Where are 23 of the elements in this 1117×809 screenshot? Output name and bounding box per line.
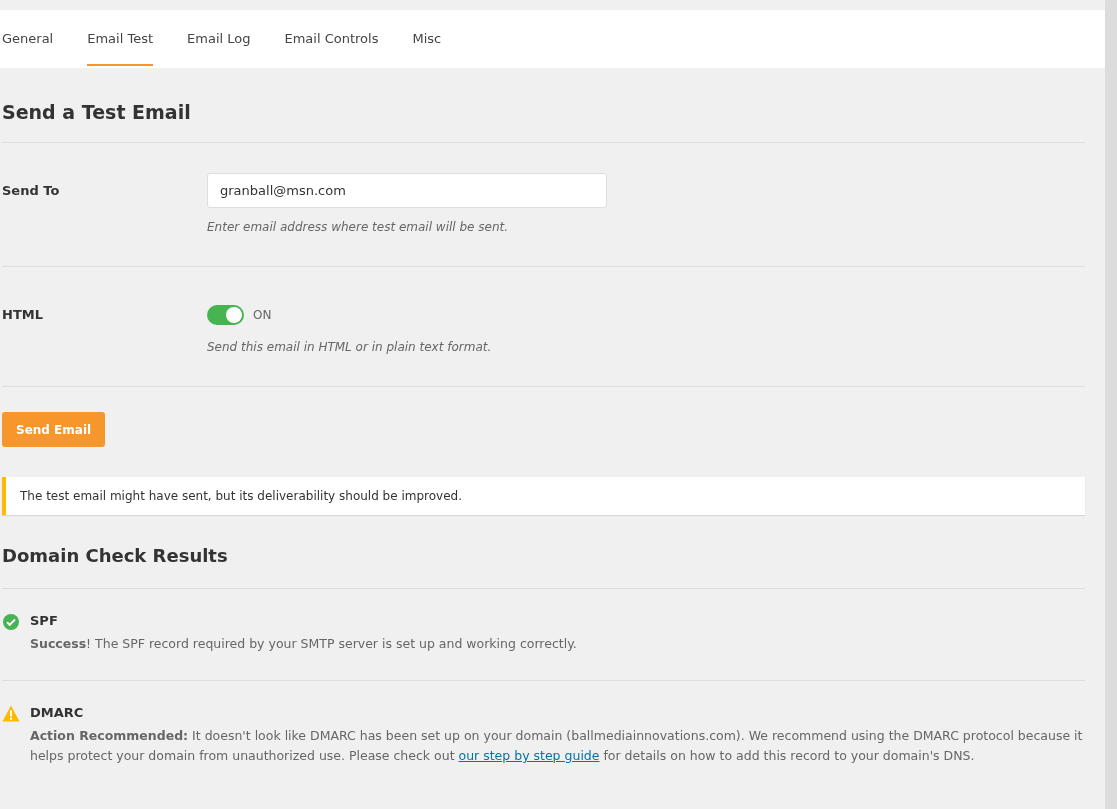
warning-notice: The test email might have sent, but its deliverability should be improved. — [2, 477, 1085, 515]
field-hint: Enter email address where test email will be sent. — [207, 220, 510, 234]
tab[interactable]: General — [2, 10, 54, 66]
warning-icon — [2, 705, 20, 722]
check-name: SPF — [30, 613, 59, 628]
tab[interactable]: Email Controls — [284, 10, 379, 66]
scrollbar[interactable] — [1105, 0, 1117, 809]
section-heading: Send a Test Email — [2, 100, 192, 125]
field-label: HTML — [2, 306, 44, 324]
check-name: DMARC — [30, 705, 85, 720]
field-hint: Send this email in HTML or in plain text format. — [207, 340, 492, 354]
tab[interactable]: Email Log — [187, 10, 251, 66]
field-label: Send To — [2, 182, 61, 200]
toggle-switch[interactable] — [207, 304, 244, 325]
tab[interactable]: Misc — [412, 10, 442, 66]
section-heading: Domain Check Results — [2, 544, 229, 568]
check-description: Success! The SPF record required by your SMTP server is set up and working correctly. — [30, 635, 577, 653]
email-input[interactable]: granball@msn.com — [207, 173, 607, 208]
guide-link[interactable]: our step by step guide — [458, 748, 600, 763]
toggle-state: ON — [253, 307, 272, 322]
check-description: Action Recommended: It doesn't look like DMARC has been set up on your domain (ballmediainnovations.com). We recommend using the DMARC protocol because it helps protect your domain from unauthorized use. Please check out our step by step guide for details on how to add this record to your domain's DNS. — [30, 727, 1084, 765]
tab[interactable]: Email Test — [87, 10, 154, 66]
check-circle-icon — [2, 613, 20, 631]
